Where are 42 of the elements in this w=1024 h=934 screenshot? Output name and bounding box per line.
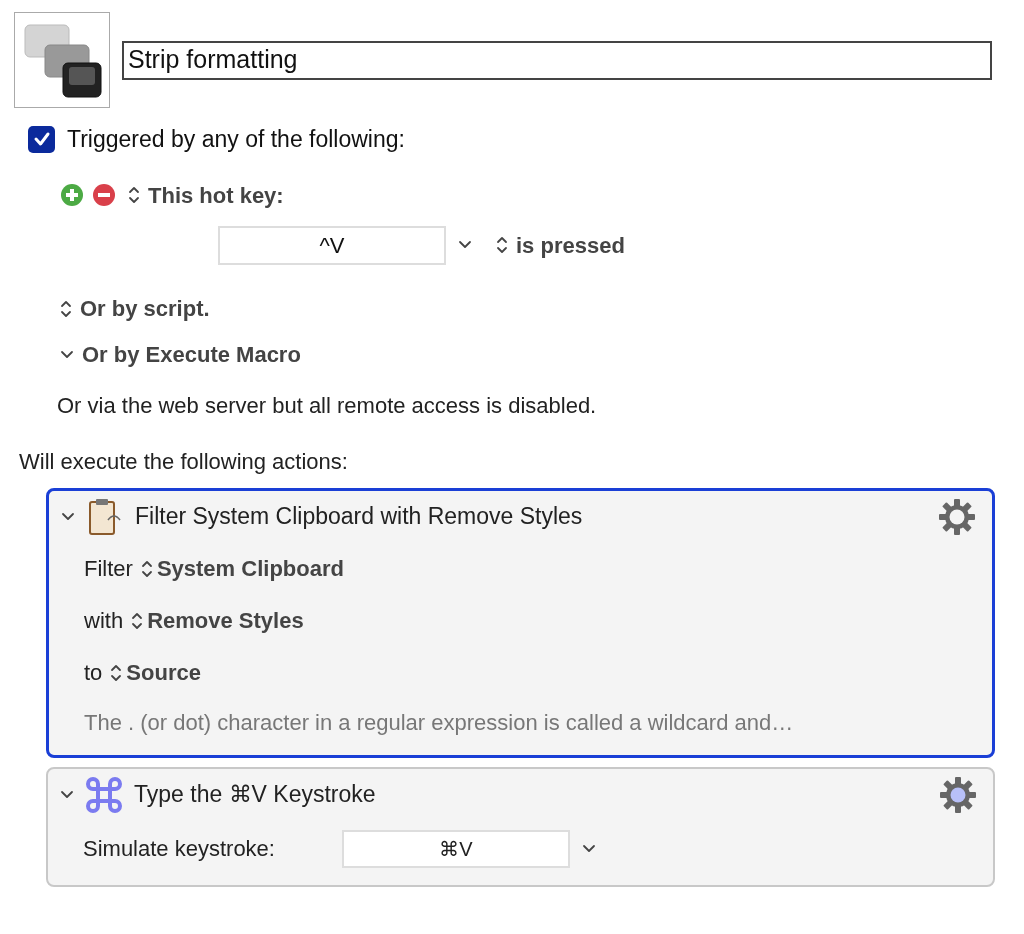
checkmark-icon [32,130,51,149]
gear-icon[interactable] [938,497,976,536]
popup-button[interactable]: Remove Styles [131,604,304,637]
action-title: Type the ⌘V Keystroke [134,780,377,810]
popup-arrows-icon [60,298,72,319]
popup-arrows-icon [128,185,140,205]
clipboard-icon [88,497,122,536]
action-panel[interactable]: Type the ⌘V Keystroke Simulate keystroke: ⌘V [46,766,995,887]
popup-arrows-icon [496,235,508,255]
macro-name-field[interactable]: Strip formatting [122,40,992,80]
chevron-down-icon[interactable] [458,240,472,250]
trigger-option[interactable]: Or by Execute Macro [60,340,1024,369]
trigger-checkbox[interactable] [28,125,55,153]
field-label: Filter [84,555,133,583]
actions-heading: Will execute the following actions: [19,447,349,476]
popup-button[interactable]: System Clipboard [140,552,344,585]
popup-arrows-icon [110,662,123,683]
field-label: Simulate keystroke: [83,835,276,863]
macro-icon[interactable] [14,12,110,108]
action-title: Filter System Clipboard with Remove Styles [135,502,584,532]
field-label: with [84,607,124,635]
trigger-type-popup[interactable]: This hot key: [128,178,284,212]
trigger-heading: Triggered by any of the following: [67,125,405,154]
condition-popup[interactable]: is pressed [496,228,625,262]
disclosure-icon[interactable] [60,789,74,800]
trigger-option[interactable]: Or by script. [60,294,1024,323]
popup-arrows-icon [140,558,153,579]
action-panel[interactable]: Filter System Clipboard with Remove Styles Filter System Clipboard with Remove Styles to Source The . (or dot) character in a regular expression is called a wildcard and… [46,487,995,758]
popup-arrows-icon [131,610,144,631]
gear-icon[interactable] [939,775,977,814]
disclosure-icon[interactable] [61,511,75,522]
keystroke-field[interactable]: ⌘V [342,829,570,868]
web-server-note: Or via the web server but all remote access is disabled. [57,391,598,420]
command-icon [86,776,122,813]
chevron-down-icon[interactable] [582,843,596,854]
hot-key-field[interactable]: ^V [218,225,446,265]
popup-button[interactable]: Source [110,656,201,689]
disclosure-icon[interactable] [60,349,74,360]
action-note: The . (or dot) character in a regular expression is called a wildcard and… [84,709,795,737]
field-label: to [84,659,103,687]
add-icon[interactable] [60,183,84,207]
remove-icon[interactable] [92,183,116,207]
